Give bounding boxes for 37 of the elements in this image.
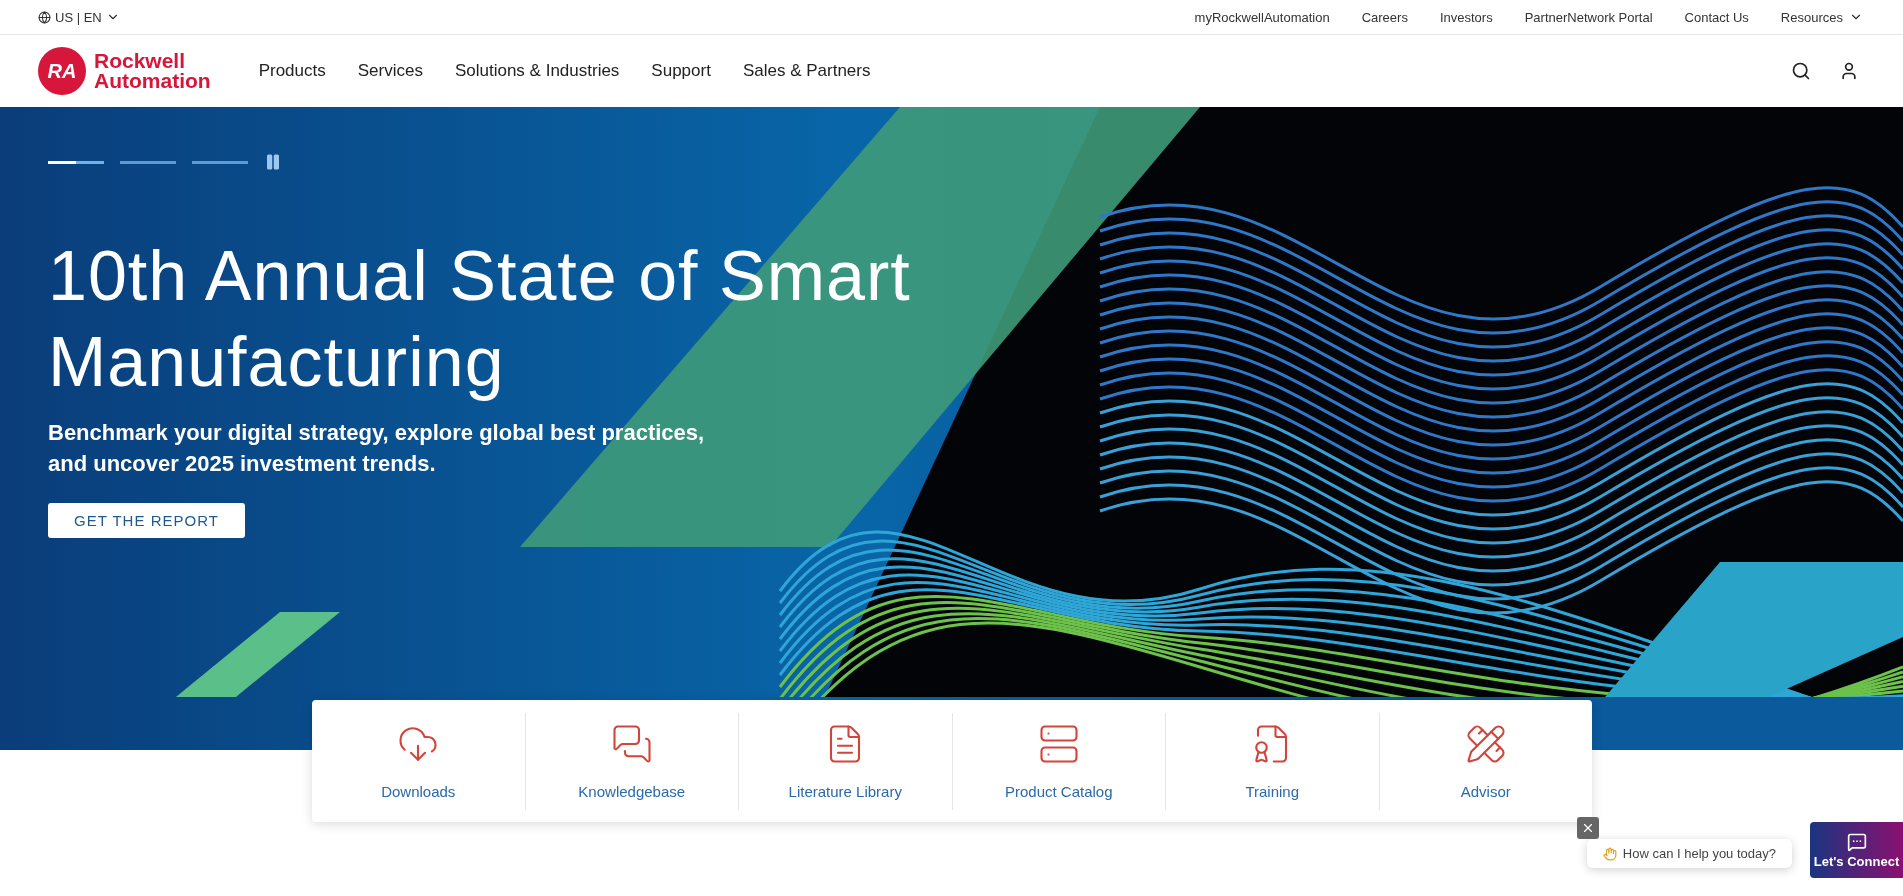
slide-indicator[interactable] bbox=[48, 160, 104, 164]
logo-wordmark: Rockwell Automation bbox=[94, 51, 211, 91]
quick-link[interactable]: Knowledgebase bbox=[524, 712, 738, 810]
search-icon bbox=[1791, 61, 1811, 81]
close-button[interactable] bbox=[1576, 817, 1599, 839]
utility-link[interactable]: myRockwellAutomation bbox=[1194, 9, 1330, 25]
waving-hand-icon bbox=[1602, 846, 1617, 861]
nav-item[interactable]: Solutions & Industries bbox=[438, 61, 636, 81]
quick-link[interactable]: Training bbox=[1165, 712, 1379, 810]
logo-mark: RA bbox=[38, 47, 86, 95]
quick-link[interactable]: Product Catalog bbox=[951, 712, 1165, 810]
utility-link[interactable]: PartnerNetwork Portal bbox=[1524, 9, 1653, 25]
pencil-ruler-icon bbox=[1464, 722, 1507, 765]
hero-title: 10th Annual State of Smart Manufacturing bbox=[48, 236, 912, 403]
quick-link[interactable]: Downloads bbox=[312, 712, 525, 810]
resources-menu[interactable]: Resources bbox=[1780, 9, 1843, 25]
quick-link[interactable]: Advisor bbox=[1378, 712, 1592, 810]
globe-icon bbox=[38, 10, 51, 24]
get-report-button[interactable]: GET THE REPORT bbox=[48, 503, 245, 538]
utility-link[interactable]: Careers bbox=[1361, 9, 1408, 25]
utility-link[interactable]: Investors bbox=[1439, 9, 1493, 25]
lets-connect-button[interactable]: Let's Connect bbox=[1810, 822, 1903, 878]
hero-subtitle: Benchmark your digital strategy, explore global best practices, and uncover 2025 investment trends. bbox=[48, 419, 706, 478]
quick-link[interactable]: Literature Library bbox=[738, 712, 952, 810]
user-icon bbox=[1839, 61, 1859, 81]
nav-item[interactable]: Products bbox=[242, 61, 342, 81]
chat-bubbles-icon bbox=[610, 722, 653, 765]
nav-item[interactable]: Sales & Partners bbox=[726, 61, 887, 81]
pause-icon bbox=[264, 153, 282, 171]
rack-icon bbox=[1037, 722, 1080, 765]
nav-item[interactable]: Support bbox=[635, 61, 727, 81]
locale-selector[interactable]: US | EN bbox=[55, 9, 102, 25]
pause-button[interactable] bbox=[264, 153, 282, 171]
chat-prompt-text: How can I help you today? bbox=[1622, 846, 1776, 861]
utility-link[interactable]: Contact Us bbox=[1684, 9, 1749, 25]
nav-item[interactable]: Services bbox=[341, 61, 439, 81]
chat-bubble-icon bbox=[1846, 831, 1867, 852]
